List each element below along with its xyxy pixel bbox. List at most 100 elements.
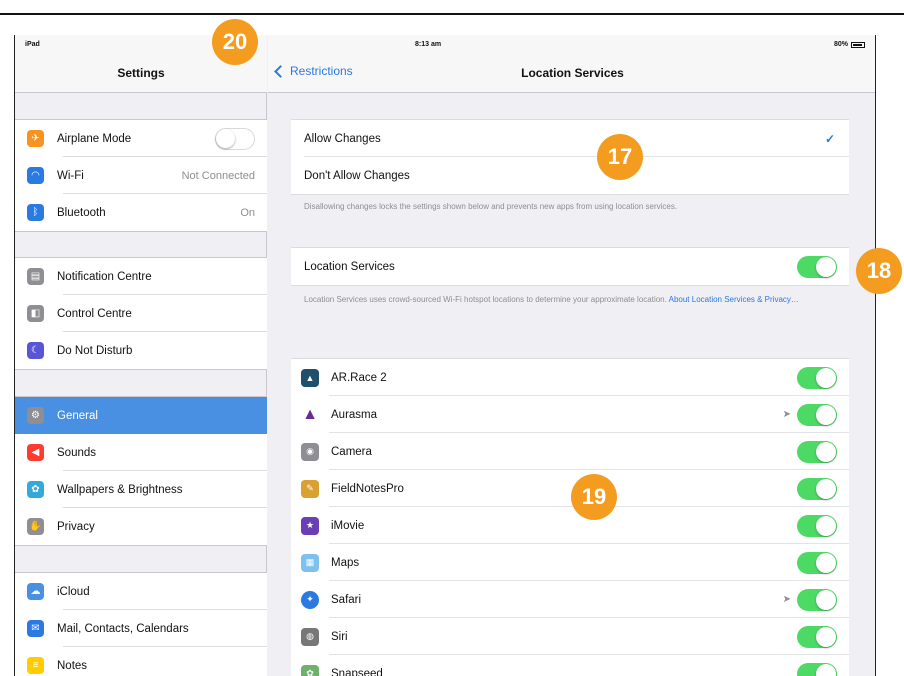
battery-percent: 80% <box>833 41 848 48</box>
app-name: Camera <box>331 445 372 458</box>
app-location-toggle[interactable] <box>797 366 837 389</box>
page-title: Location Services <box>521 66 624 80</box>
sidebar-item-label: Notification Centre <box>57 270 152 283</box>
wifi-status-value: Not Connected <box>181 169 255 182</box>
location-footnote-text: Location Services uses crowd-sourced Wi-… <box>304 295 667 304</box>
annotation-badge-19: 19 <box>571 474 617 520</box>
list-item-ar-race-2: ▲ AR.Race 2 <box>291 359 849 396</box>
sidebar-item-privacy[interactable]: ✋ Privacy <box>15 508 267 545</box>
status-time: 8:13 am <box>415 41 442 48</box>
sidebar-item-label: Wi-Fi <box>57 169 84 182</box>
option-label: Allow Changes <box>304 132 381 145</box>
airplane-icon: ✈ <box>27 130 44 147</box>
sidebar-title: Settings <box>117 66 165 80</box>
settings-group-general: ⚙ General ◀ Sounds ✿ Wallpapers & Bright… <box>15 396 267 546</box>
about-location-privacy-link[interactable]: About Location Services & Privacy… <box>669 295 799 304</box>
location-services-pane: 8:13 am 80% Restrictions Location Servic… <box>268 35 875 676</box>
list-item-camera: ◉ Camera <box>291 433 849 470</box>
app-name: iMovie <box>331 519 365 532</box>
annotation-badge-20: 20 <box>212 19 258 65</box>
app-location-toggle[interactable] <box>797 403 837 426</box>
app-location-toggle[interactable] <box>797 588 837 611</box>
ar-race-icon: ▲ <box>301 368 319 387</box>
detail-nav-bar: 8:13 am 80% Restrictions Location Servic… <box>268 35 875 93</box>
app-name: FieldNotesPro <box>331 482 404 495</box>
sidebar-item-bluetooth[interactable]: ᛒ Bluetooth On <box>15 194 267 231</box>
sidebar-item-label: Wallpapers & Brightness <box>57 483 183 496</box>
list-item-aurasma: ▲ Aurasma ➤ <box>291 396 849 433</box>
sidebar-item-label: Sounds <box>57 446 97 459</box>
sidebar-item-wallpapers-brightness[interactable]: ✿ Wallpapers & Brightness <box>15 471 267 508</box>
wifi-icon: ◠ <box>27 167 44 184</box>
location-arrow-icon: ➤ <box>782 594 791 605</box>
snapseed-icon: ✿ <box>301 664 319 676</box>
app-name: Safari <box>331 593 362 606</box>
location-arrow-icon: ➤ <box>782 409 791 420</box>
list-item-snapseed: ✿ Snapseed <box>291 655 849 676</box>
status-battery: 80% <box>834 41 865 48</box>
sidebar-item-sounds[interactable]: ◀ Sounds <box>15 434 267 471</box>
sidebar-item-label: General <box>57 409 98 422</box>
settings-group-accounts: ☁ iCloud ✉ Mail, Contacts, Calendars ≡ N… <box>15 572 267 676</box>
app-name: Maps <box>331 556 360 569</box>
list-item-maps: ▦ Maps <box>291 544 849 581</box>
screenshot-frame: iPad Settings ✈ Airplane Mode ◠ Wi-Fi No… <box>0 0 904 676</box>
sidebar-item-airplane-mode[interactable]: ✈ Airplane Mode <box>15 120 267 157</box>
flower-icon: ✿ <box>27 481 44 498</box>
sidebar-item-label: Privacy <box>57 520 95 533</box>
app-location-toggle[interactable] <box>797 625 837 648</box>
gear-icon: ⚙ <box>27 407 44 424</box>
app-location-toggle[interactable] <box>797 551 837 574</box>
notes-icon: ≡ <box>27 657 44 674</box>
app-location-toggle[interactable] <box>797 514 837 537</box>
cloud-icon: ☁ <box>27 583 44 600</box>
bluetooth-icon: ᛒ <box>27 204 44 221</box>
list-item-siri: ◍ Siri <box>291 618 849 655</box>
hand-icon: ✋ <box>27 518 44 535</box>
allow-changes-group: Allow Changes ✓ Don't Allow Changes <box>291 119 849 195</box>
battery-icon <box>851 41 865 48</box>
app-location-list: ▲ AR.Race 2 ▲ Aurasma ➤ ◉ Camera ✎ Field… <box>291 358 849 676</box>
allow-changes-option[interactable]: Allow Changes ✓ <box>291 120 849 157</box>
checkmark-icon: ✓ <box>824 131 835 146</box>
speaker-icon: ◀ <box>27 444 44 461</box>
sidebar-item-label: Control Centre <box>57 307 132 320</box>
app-location-toggle[interactable] <box>797 662 837 676</box>
location-services-toggle[interactable] <box>797 255 837 278</box>
sidebar-item-label: iCloud <box>57 585 90 598</box>
sidebar-item-control-centre[interactable]: ◧ Control Centre <box>15 295 267 332</box>
aurasma-icon: ▲ <box>301 405 319 424</box>
sidebar-item-label: Notes <box>57 659 88 672</box>
sidebar-item-mail-contacts-calendars[interactable]: ✉ Mail, Contacts, Calendars <box>15 610 267 647</box>
sidebar-item-icloud[interactable]: ☁ iCloud <box>15 573 267 610</box>
sidebar-item-notes[interactable]: ≡ Notes <box>15 647 267 676</box>
app-name: AR.Race 2 <box>331 371 387 384</box>
notification-icon: ▤ <box>27 268 44 285</box>
list-item-fieldnotespro: ✎ FieldNotesPro <box>291 470 849 507</box>
sidebar-item-label: Airplane Mode <box>57 132 132 145</box>
camera-icon: ◉ <box>301 442 319 461</box>
app-location-toggle[interactable] <box>797 477 837 500</box>
option-label: Don't Allow Changes <box>304 169 410 182</box>
sidebar-item-notification-centre[interactable]: ▤ Notification Centre <box>15 258 267 295</box>
location-services-group: Location Services <box>291 247 849 286</box>
sidebar-item-general[interactable]: ⚙ General <box>15 397 267 434</box>
top-divider <box>0 13 904 15</box>
sidebar-item-do-not-disturb[interactable]: ☾ Do Not Disturb <box>15 332 267 369</box>
compass-icon: ✦ <box>301 590 319 609</box>
fieldnotes-icon: ✎ <box>301 479 319 498</box>
list-item-imovie: ★ iMovie <box>291 507 849 544</box>
dont-allow-changes-option[interactable]: Don't Allow Changes <box>291 157 849 194</box>
settings-group-connectivity: ✈ Airplane Mode ◠ Wi-Fi Not Connected ᛒ … <box>15 119 267 232</box>
sidebar-item-wifi[interactable]: ◠ Wi-Fi Not Connected <box>15 157 267 194</box>
imovie-icon: ★ <box>301 516 319 535</box>
ipad-screen: iPad Settings ✈ Airplane Mode ◠ Wi-Fi No… <box>14 35 876 676</box>
annotation-badge-18: 18 <box>856 248 902 294</box>
sidebar-item-label: Do Not Disturb <box>57 344 133 357</box>
app-location-toggle[interactable] <box>797 440 837 463</box>
sidebar-item-label: Mail, Contacts, Calendars <box>57 622 189 635</box>
maps-icon: ▦ <box>301 553 319 572</box>
app-name: Siri <box>331 630 348 643</box>
airplane-mode-toggle[interactable] <box>215 127 255 150</box>
sidebar-item-label: Bluetooth <box>57 206 106 219</box>
